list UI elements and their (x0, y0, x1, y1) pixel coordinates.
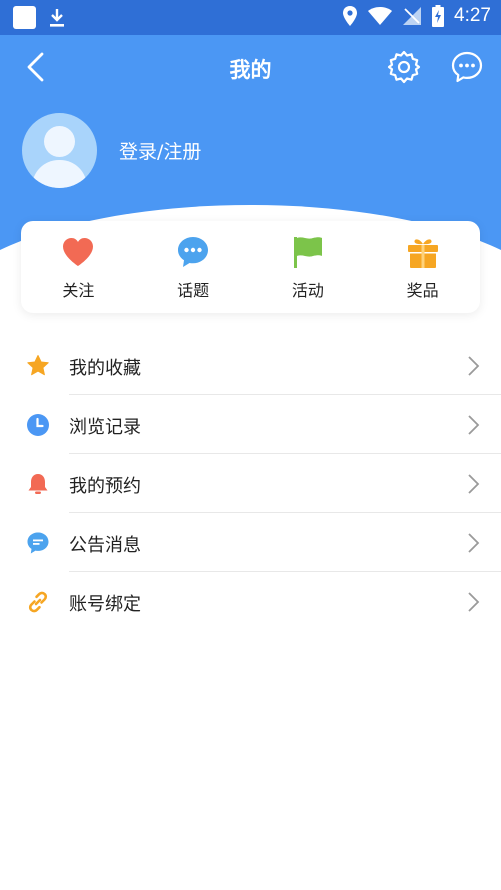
quick-action-follow[interactable]: 关注 (33, 221, 123, 313)
settings-button[interactable] (386, 49, 422, 85)
battery-charging-icon (432, 5, 445, 27)
clock-icon (27, 414, 49, 436)
menu-item-label: 公告消息 (69, 535, 141, 556)
profile-page: 4:27 我的 登录/注册 关注 话题 活动 奖品 我的收藏 浏览记录 我的预约… (0, 0, 501, 890)
avatar[interactable] (22, 113, 97, 188)
quick-action-label: 关注 (62, 281, 95, 300)
location-icon (343, 6, 358, 26)
menu-list: 我的收藏 浏览记录 我的预约 公告消息 账号绑定 (0, 336, 501, 631)
chat-bubble-icon (178, 237, 209, 267)
notification-app-icon (13, 6, 36, 29)
messages-button[interactable] (449, 49, 485, 85)
gear-icon (387, 50, 421, 84)
status-bar: 4:27 (0, 0, 501, 35)
bell-icon (28, 474, 48, 494)
profile-header: 登录/注册 (22, 113, 201, 188)
quick-actions-card: 关注 话题 活动 奖品 (21, 221, 480, 313)
chat-dots-icon (451, 51, 483, 83)
star-icon (27, 355, 49, 376)
quick-action-prizes[interactable]: 奖品 (378, 221, 468, 313)
page-title: 我的 (229, 58, 272, 82)
menu-item-history[interactable]: 浏览记录 (0, 395, 501, 454)
menu-item-account-binding[interactable]: 账号绑定 (0, 572, 501, 631)
chevron-right-icon (468, 592, 480, 612)
chevron-right-icon (468, 533, 480, 553)
quick-action-label: 奖品 (406, 281, 439, 300)
clock-time: 4:27 (454, 5, 491, 26)
menu-item-reservations[interactable]: 我的预约 (0, 454, 501, 513)
login-register-link[interactable]: 登录/注册 (119, 137, 201, 164)
download-icon (50, 8, 64, 27)
avatar-head-shape (44, 126, 75, 157)
message-icon (27, 532, 49, 554)
menu-item-label: 我的预约 (69, 476, 141, 497)
quick-action-label: 话题 (177, 281, 210, 300)
link-icon (28, 591, 48, 613)
menu-item-label: 浏览记录 (69, 417, 141, 438)
quick-action-topics[interactable]: 话题 (148, 221, 238, 313)
wifi-icon (368, 7, 393, 25)
avatar-body-shape (32, 160, 87, 188)
chevron-right-icon (468, 356, 480, 376)
flag-icon (293, 237, 322, 268)
menu-item-label: 我的收藏 (69, 358, 141, 379)
chevron-right-icon (468, 474, 480, 494)
gift-icon (407, 239, 438, 268)
quick-action-label: 活动 (291, 281, 324, 300)
heart-icon (63, 238, 94, 266)
chevron-right-icon (468, 415, 480, 435)
nav-bar: 我的 (0, 35, 501, 101)
signal-icon (403, 7, 422, 25)
menu-item-label: 账号绑定 (69, 594, 141, 615)
menu-item-favorites[interactable]: 我的收藏 (0, 336, 501, 395)
menu-item-announcements[interactable]: 公告消息 (0, 513, 501, 572)
quick-action-events[interactable]: 活动 (263, 221, 353, 313)
